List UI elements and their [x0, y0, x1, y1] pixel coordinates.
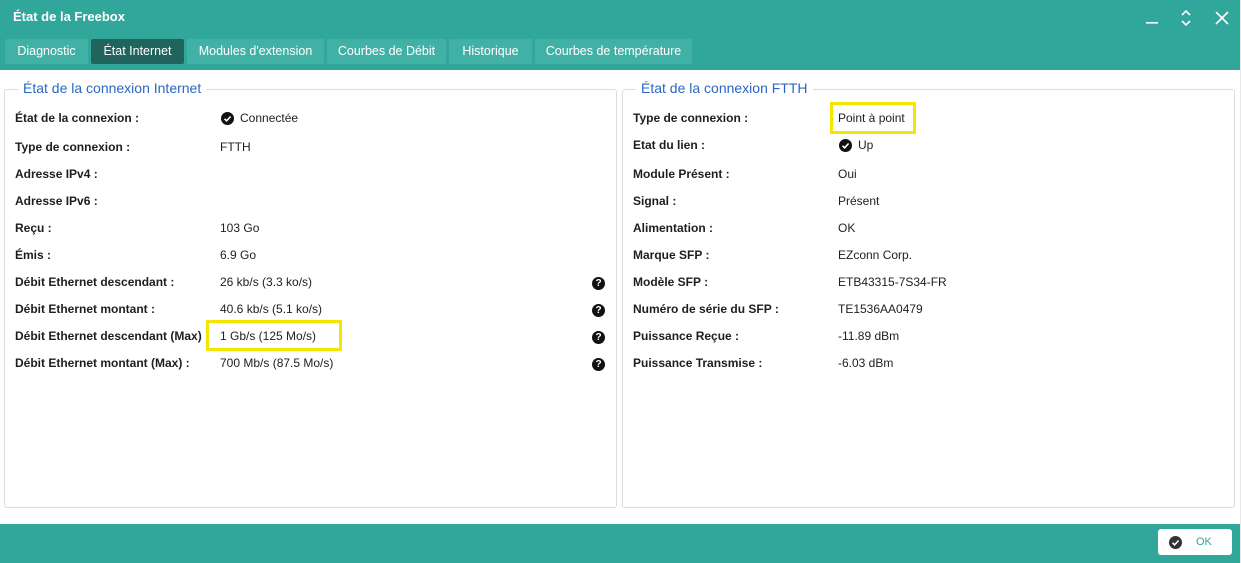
maximize-icon[interactable]	[1174, 6, 1198, 30]
title-bar: État de la Freebox	[0, 0, 1240, 36]
tab-modules-extension[interactable]: Modules d'extension	[187, 39, 324, 64]
tab-courbes-debit[interactable]: Courbes de Débit	[327, 39, 446, 64]
minimize-icon[interactable]	[1140, 6, 1164, 30]
value-emis: 6.9 Go	[220, 248, 257, 262]
label-numero-serie-sfp: Numéro de série du SFP :	[633, 302, 779, 316]
value-type-connexion: FTTH	[220, 140, 251, 154]
label-puissance-transmise: Puissance Transmise :	[633, 356, 763, 370]
label-etat-connexion: État de la connexion :	[15, 111, 140, 125]
help-icon[interactable]: ?	[592, 358, 605, 371]
label-puissance-recue: Puissance Reçue :	[633, 329, 740, 343]
check-circle-icon	[839, 139, 852, 152]
ftth-panel	[622, 89, 1235, 508]
label-debit-descendant: Débit Ethernet descendant :	[15, 275, 175, 289]
help-icon[interactable]: ?	[592, 304, 605, 317]
label-modele-sfp: Modèle SFP :	[633, 275, 709, 289]
label-signal: Signal :	[633, 194, 677, 208]
label-marque-sfp: Marque SFP :	[633, 248, 710, 262]
help-icon[interactable]: ?	[592, 277, 605, 290]
ftth-section-title: État de la connexion FTTH	[636, 80, 813, 96]
label-debit-montant: Débit Ethernet montant :	[15, 302, 155, 316]
value-module-present: Oui	[838, 167, 857, 181]
label-adresse-ipv4: Adresse IPv4 :	[15, 167, 98, 181]
value-recu: 103 Go	[220, 221, 260, 235]
label-alimentation: Alimentation :	[633, 221, 713, 235]
value-puissance-recue: -11.89 dBm	[838, 329, 900, 343]
value-debit-montant-max: 700 Mb/s (87.5 Mo/s)	[220, 356, 334, 370]
tab-courbes-temperature[interactable]: Courbes de température	[535, 39, 692, 64]
value-ftth-type: Point à point	[838, 111, 905, 125]
label-etat-lien: Etat du lien :	[633, 138, 705, 152]
check-circle-icon	[1169, 536, 1182, 549]
window-title: État de la Freebox	[13, 9, 125, 24]
value-alimentation: OK	[838, 221, 856, 235]
label-adresse-ipv6: Adresse IPv6 :	[15, 194, 98, 208]
check-circle-icon	[221, 112, 234, 125]
value-puissance-transmise: -6.03 dBm	[838, 356, 894, 370]
label-recu: Reçu :	[15, 221, 52, 235]
value-marque-sfp: EZconn Corp.	[838, 248, 913, 262]
value-debit-descendant-max: 1 Gb/s (125 Mo/s)	[220, 329, 317, 343]
ok-button-label: OK	[1196, 536, 1212, 548]
tab-historique[interactable]: Historique	[449, 39, 532, 64]
footer-bar	[0, 524, 1240, 563]
internet-section-title: État de la connexion Internet	[18, 80, 207, 96]
tab-bar: Diagnostic État Internet Modules d'exten…	[0, 36, 1240, 70]
label-ftth-type: Type de connexion :	[633, 111, 749, 125]
value-modele-sfp: ETB43315-7S34-FR	[838, 275, 947, 289]
value-debit-montant: 40.6 kb/s (5.1 ko/s)	[220, 302, 323, 316]
tab-etat-internet[interactable]: État Internet	[91, 39, 184, 64]
ok-button[interactable]: OK	[1158, 529, 1232, 555]
value-numero-serie-sfp: TE1536AA0479	[838, 302, 923, 316]
value-signal: Présent	[838, 194, 880, 208]
value-etat-lien: Up	[858, 138, 874, 152]
label-module-present: Module Présent :	[633, 167, 730, 181]
label-debit-descendant-max: Débit Ethernet descendant (Max) :	[15, 329, 210, 343]
value-debit-descendant: 26 kb/s (3.3 ko/s)	[220, 275, 313, 289]
label-type-connexion: Type de connexion :	[15, 140, 131, 154]
label-emis: Émis :	[15, 248, 52, 262]
tab-diagnostic[interactable]: Diagnostic	[5, 39, 88, 64]
freebox-status-window: État de la Freebox Diagnostic État Inter…	[0, 0, 1240, 563]
close-icon[interactable]	[1210, 6, 1234, 30]
value-etat-connexion: Connectée	[240, 111, 299, 125]
help-icon[interactable]: ?	[592, 331, 605, 344]
label-debit-montant-max: Débit Ethernet montant (Max) :	[15, 356, 190, 370]
